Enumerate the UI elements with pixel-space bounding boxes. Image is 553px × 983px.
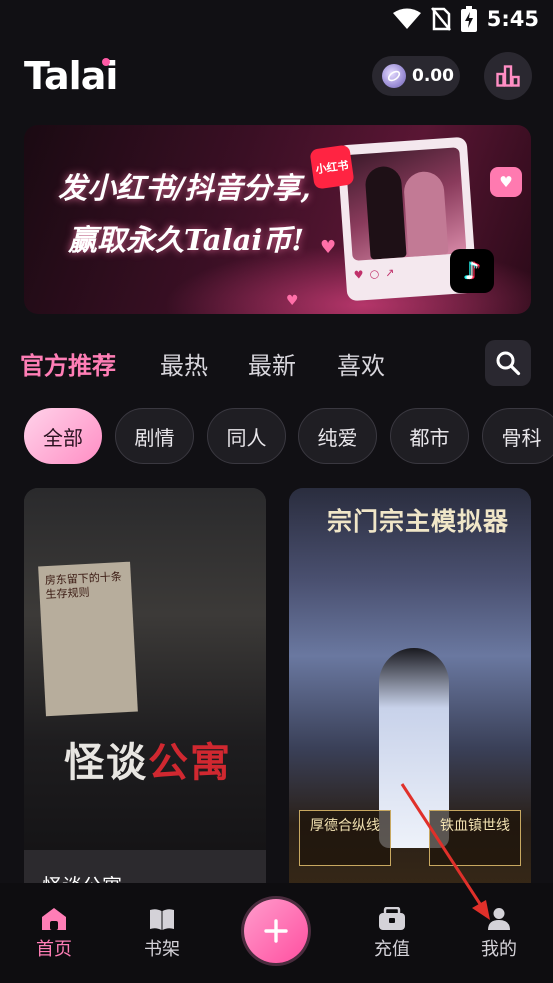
cover-title-art: 怪谈公寓 [64, 730, 232, 788]
nav-mine-label: 我的 [481, 939, 517, 960]
cover-rules-note: 房东留下的十条生存规则 [38, 561, 138, 717]
chip-sibling[interactable]: 骨科 [482, 408, 553, 464]
nav-bookshelf-label: 书架 [144, 939, 180, 960]
cover-title-part-1: 怪谈 [64, 739, 148, 786]
cover-route-right: 铁血镇世线 [429, 810, 521, 866]
create-button[interactable] [244, 899, 308, 963]
status-icons: 5:45 [392, 6, 539, 32]
wallet-icon [379, 907, 405, 930]
cover-route-left: 厚德合纵线 [299, 810, 391, 866]
nav-recharge-label: 充值 [374, 939, 410, 960]
story-card[interactable]: 房东留下的十条生存规则 怪谈公寓 怪谈公寓 [24, 488, 266, 908]
nav-bookshelf[interactable]: 书架 [122, 907, 202, 961]
status-time: 5:45 [486, 7, 539, 31]
bottom-nav: 首页 书架 充值 我的 [0, 883, 553, 983]
story-card[interactable]: 宗门宗主模拟器 厚德合纵线 铁血镇世线 [289, 488, 531, 908]
no-sim-icon [430, 7, 451, 31]
coin-balance-value: 0.00 [412, 66, 454, 86]
logo-sparkle [102, 58, 110, 66]
status-bar: 5:45 [0, 0, 553, 40]
promo-banner[interactable]: 发小红书/抖音分享, 赢取永久Talai币! ♥ ○ ↗ 小红书 ♪ ♥ ♥ ♥ [24, 125, 531, 314]
coin-balance-button[interactable]: 0.00 [372, 56, 460, 96]
floating-heart-icon: ♥ [286, 293, 299, 309]
tiktok-logo-icon: ♪ [450, 249, 494, 293]
tab-newest[interactable]: 最新 [248, 346, 296, 381]
plus-icon [264, 919, 288, 943]
home-icon [42, 908, 66, 930]
ranking-button[interactable] [484, 52, 532, 100]
tab-liked[interactable]: 喜欢 [337, 346, 385, 381]
story-cover-image: 房东留下的十条生存规则 怪谈公寓 [24, 488, 266, 850]
nav-home[interactable]: 首页 [14, 907, 94, 961]
feed-tabs: 官方推荐 最热 最新 喜欢 [0, 340, 553, 388]
banner-couple-illustration [345, 147, 467, 261]
chip-all[interactable]: 全部 [24, 408, 102, 464]
search-icon [496, 351, 521, 376]
xiaohongshu-logo: 小红书 [309, 144, 355, 190]
tab-official-recommend[interactable]: 官方推荐 [20, 346, 116, 381]
share-icon: ↗ [384, 266, 395, 280]
category-chips: 全部 剧情 同人 纯爱 都市 骨科 [0, 408, 553, 464]
banner-headline-2: 赢取永久Talai币! [68, 223, 305, 257]
story-cover-image: 宗门宗主模拟器 厚德合纵线 铁血镇世线 [289, 488, 531, 908]
floating-heart-icon: ♥ [320, 237, 337, 258]
chip-urban[interactable]: 都市 [390, 408, 469, 464]
battery-charging-icon [460, 6, 477, 32]
banner-headline-1: 发小红书/抖音分享, [58, 171, 311, 205]
nav-recharge[interactable]: 充值 [352, 907, 432, 961]
search-button[interactable] [485, 340, 531, 386]
chip-fanfic[interactable]: 同人 [207, 408, 286, 464]
cover-title-part-2: 公寓 [148, 739, 232, 786]
book-icon [150, 909, 174, 930]
nav-home-label: 首页 [36, 939, 72, 960]
comment-icon: ○ [369, 267, 380, 281]
tab-hottest[interactable]: 最热 [160, 346, 208, 381]
app-header: Talai 0.00 [0, 52, 553, 100]
heart-bubble-icon: ♥ [490, 167, 522, 197]
chip-story[interactable]: 剧情 [115, 408, 194, 464]
nav-mine[interactable]: 我的 [459, 907, 539, 961]
chip-pure-love[interactable]: 纯爱 [298, 408, 377, 464]
cover-title-art: 宗门宗主模拟器 [327, 507, 510, 536]
wifi-icon [392, 8, 421, 29]
coin-icon [382, 64, 406, 88]
user-icon [488, 908, 510, 930]
heart-icon: ♥ [353, 268, 365, 282]
bar-chart-icon [496, 65, 520, 87]
